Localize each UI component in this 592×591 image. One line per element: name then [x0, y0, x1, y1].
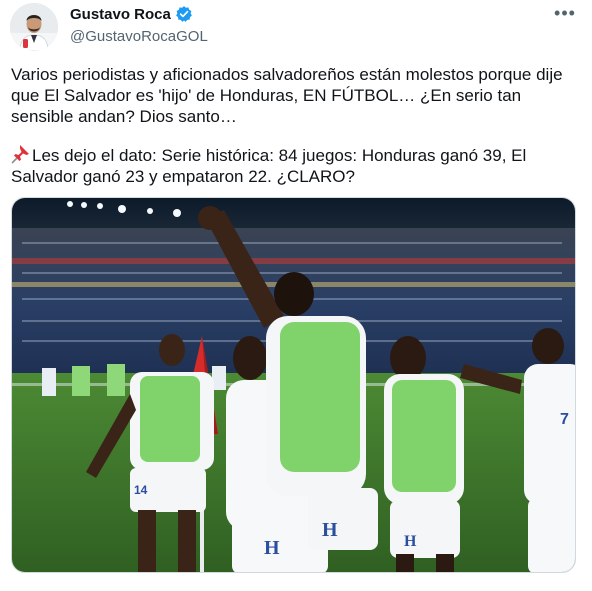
jersey-letter-center: H [264, 537, 280, 559]
tweet-media-photo[interactable]: 14 7 H H H [11, 197, 576, 573]
verified-badge-icon [175, 5, 193, 23]
jersey-letter-right: H [404, 533, 417, 550]
tweet: Gustavo Roca @GustavoRocaGOL ••• Varios … [0, 0, 592, 591]
jersey-number-left: 14 [134, 483, 148, 497]
tweet-text-paragraph-1: Varios periodistas y aficionados salvado… [11, 65, 563, 126]
tweet-text-paragraph-2-body: Les dejo el dato: Serie histórica: 84 ju… [11, 146, 527, 186]
author-handle[interactable]: @GustavoRocaGOL [70, 28, 208, 45]
more-options-icon[interactable]: ••• [552, 2, 578, 24]
author-display-name[interactable]: Gustavo Roca [70, 6, 171, 23]
tweet-text-paragraph-2: Les dejo el dato: Serie histórica: 84 ju… [11, 144, 571, 187]
avatar[interactable] [10, 3, 58, 51]
jersey-letter-shorts: H [322, 519, 338, 541]
pushpin-icon [11, 144, 31, 164]
jersey-number-right: 7 [560, 411, 569, 428]
author-name-row: Gustavo Roca [70, 4, 208, 24]
tweet-author: Gustavo Roca @GustavoRocaGOL [70, 4, 208, 46]
